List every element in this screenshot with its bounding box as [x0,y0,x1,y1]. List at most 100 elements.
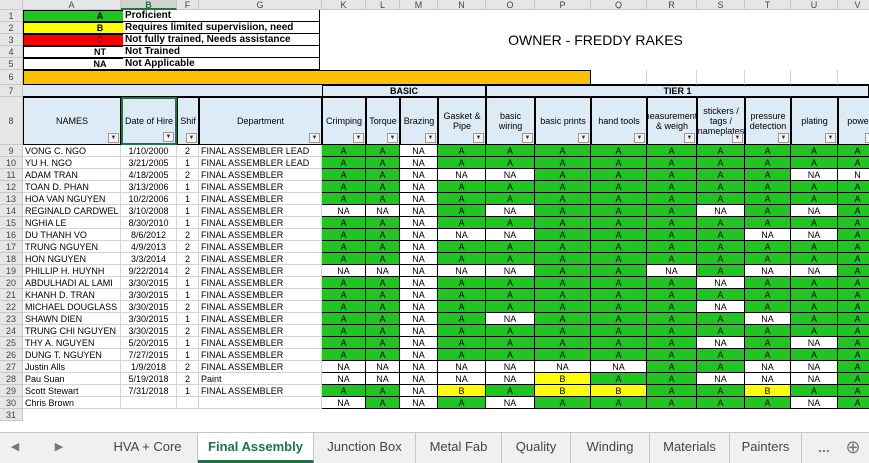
row-header[interactable]: 20 [0,277,23,289]
column-title[interactable]: Department ▼ [199,97,322,145]
skill-rating[interactable]: NA [400,277,438,289]
skill-rating[interactable]: A [647,397,697,409]
skill-rating[interactable]: A [647,289,697,301]
skill-rating[interactable]: A [591,181,647,193]
skill-rating[interactable]: A [535,217,591,229]
skill-rating[interactable]: NA [438,361,486,373]
shift[interactable]: 2 [177,301,199,313]
skill-rating[interactable]: A [591,349,647,361]
row-header[interactable]: 28 [0,373,23,385]
legend-text[interactable]: Proficient [123,10,320,22]
skill-rating[interactable]: B [535,385,591,397]
department[interactable]: FINAL ASSEMBLER [199,181,322,193]
skill-rating[interactable]: A [838,241,869,253]
skill-rating[interactable]: NA [791,337,838,349]
legend-text[interactable]: Not fully trained, Needs assistance [123,34,320,46]
department[interactable]: FINAL ASSEMBLER [199,385,322,397]
skill-rating[interactable]: A [838,325,869,337]
legend-text[interactable]: Requires limited supervisiion, need [123,22,320,34]
column-header[interactable]: F [177,0,199,10]
column-title[interactable]: Torque ▼ [366,97,400,145]
skill-rating[interactable]: A [591,289,647,301]
skill-rating[interactable]: A [647,325,697,337]
skill-rating[interactable]: NA [438,265,486,277]
skill-rating[interactable]: A [366,349,400,361]
skill-rating[interactable]: A [322,169,366,181]
skill-rating[interactable]: A [322,145,366,157]
skill-rating[interactable]: B [745,385,791,397]
skill-rating[interactable]: NA [745,265,791,277]
skill-rating[interactable]: A [322,157,366,169]
skill-rating[interactable]: A [647,253,697,265]
filter-dropdown-icon[interactable]: ▼ [108,133,119,143]
department[interactable]: FINAL ASSEMBLER [199,301,322,313]
employee-name[interactable]: HOA VAN NGUYEN [23,193,121,205]
skill-rating[interactable]: A [745,241,791,253]
skill-rating[interactable]: A [486,301,535,313]
skill-rating[interactable]: NA [400,301,438,313]
skill-rating[interactable]: A [366,217,400,229]
skill-rating[interactable]: A [745,169,791,181]
shift[interactable]: 2 [177,241,199,253]
column-title[interactable]: plating ▼ [791,97,838,145]
skill-rating[interactable]: A [486,217,535,229]
skill-rating[interactable]: A [366,145,400,157]
empty-cell[interactable] [647,70,697,85]
department[interactable]: FINAL ASSEMBLER LEAD [199,145,322,157]
skill-rating[interactable]: A [535,253,591,265]
shift[interactable]: 1 [177,385,199,397]
row-header[interactable]: 3 [0,34,23,46]
skill-rating[interactable]: A [486,385,535,397]
skill-rating[interactable]: A [838,385,869,397]
column-header[interactable]: R [647,0,697,10]
column-header[interactable]: V [838,0,869,10]
skill-rating[interactable]: NA [791,169,838,181]
skill-rating[interactable]: NA [400,169,438,181]
skill-rating[interactable]: A [791,217,838,229]
skill-rating[interactable]: NA [745,313,791,325]
shift[interactable]: 1 [177,157,199,169]
hire-date[interactable]: 3/30/2015 [121,325,177,337]
skill-rating[interactable]: NA [438,169,486,181]
column-header[interactable]: S [697,0,745,10]
department[interactable]: FINAL ASSEMBLER [199,241,322,253]
skill-rating[interactable]: A [791,241,838,253]
skill-rating[interactable]: A [791,253,838,265]
column-title[interactable]: Gasket & Pipe ▼ [438,97,486,145]
filter-dropdown-icon[interactable]: ▼ [778,133,789,143]
skill-rating[interactable]: A [791,349,838,361]
skill-rating[interactable]: A [697,229,745,241]
hire-date[interactable]: 3/13/2006 [121,181,177,193]
skill-rating[interactable]: A [366,337,400,349]
skill-rating[interactable]: A [535,325,591,337]
skill-rating[interactable]: NA [535,361,591,373]
employee-name[interactable]: THY A. NGUYEN [23,337,121,349]
row-header[interactable]: 19 [0,265,23,277]
skill-rating[interactable]: A [697,241,745,253]
skill-rating[interactable]: A [486,349,535,361]
skill-rating[interactable]: A [591,337,647,349]
skill-rating[interactable]: NA [322,205,366,217]
skill-rating[interactable]: NA [322,397,366,409]
skill-rating[interactable]: B [591,385,647,397]
shift[interactable]: 1 [177,205,199,217]
skill-rating[interactable]: A [647,301,697,313]
empty-cell[interactable] [591,70,647,85]
row-header[interactable]: 15 [0,217,23,229]
skill-rating[interactable]: A [438,241,486,253]
skill-rating[interactable]: NA [791,361,838,373]
skill-rating[interactable]: A [838,313,869,325]
column-title[interactable]: NAMES ▼ [23,97,121,145]
skill-rating[interactable]: A [591,217,647,229]
skill-rating[interactable]: NA [400,373,438,385]
skill-rating[interactable]: A [697,313,745,325]
shift[interactable]: 1 [177,193,199,205]
skill-rating[interactable]: A [438,289,486,301]
skill-rating[interactable]: A [366,385,400,397]
column-header[interactable]: N [438,0,486,10]
skill-rating[interactable]: NA [791,265,838,277]
skill-rating[interactable]: A [322,313,366,325]
skill-rating[interactable]: A [322,385,366,397]
skill-rating[interactable]: A [838,349,869,361]
skill-rating[interactable]: A [366,397,400,409]
